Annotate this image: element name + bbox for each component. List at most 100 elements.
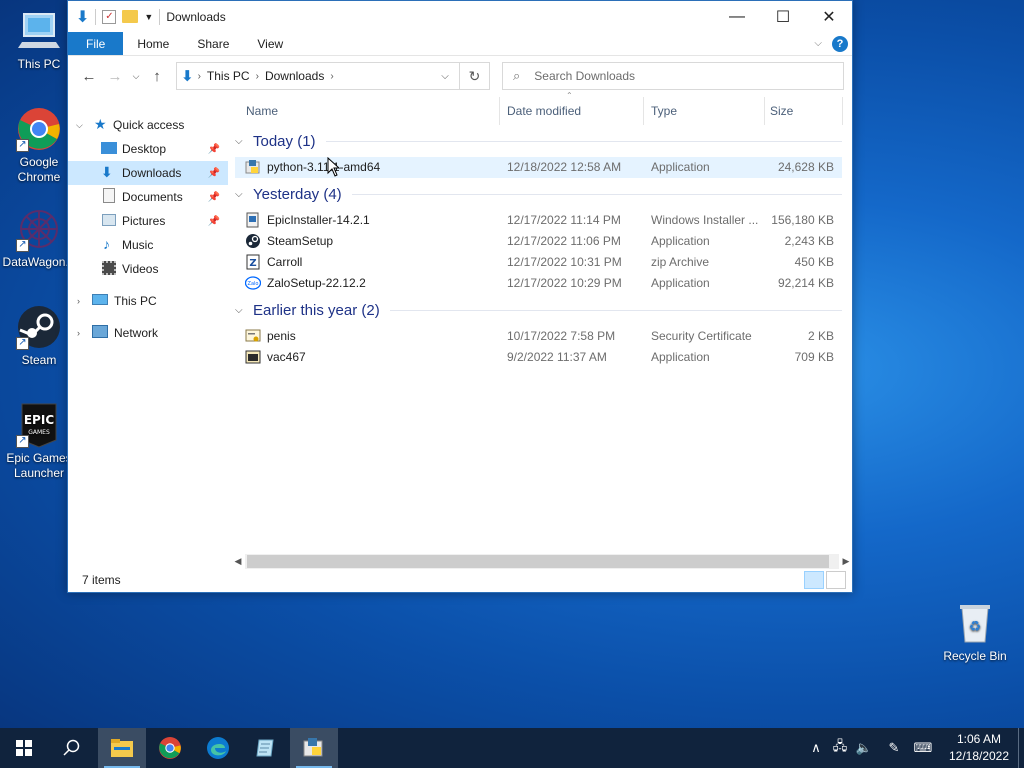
svg-text:GAMES: GAMES <box>28 429 50 436</box>
mouse-cursor-icon <box>327 157 340 177</box>
breadcrumb-this-pc[interactable]: This PC <box>207 69 250 83</box>
group-header-earlier-this-year[interactable]: ⌵ Earlier this year (2) <box>231 299 842 321</box>
refresh-button[interactable]: ↻ <box>460 62 490 90</box>
breadcrumb-chevron-icon[interactable]: › <box>330 71 333 82</box>
desktop-icon-steam[interactable]: ↗ Steam <box>1 304 77 368</box>
file-name: SteamSetup <box>267 234 334 248</box>
column-header-name[interactable]: Name <box>246 97 496 125</box>
network-icon[interactable]: 🖧 <box>828 737 852 759</box>
breadcrumb-downloads[interactable]: Downloads <box>265 69 324 83</box>
nav-item-desktop[interactable]: Desktop 📌 <box>68 137 228 161</box>
clock[interactable]: 1:06 AM 12/18/2022 <box>940 731 1018 765</box>
taskbar-edge[interactable] <box>194 728 242 768</box>
taskbar-chrome[interactable] <box>146 728 194 768</box>
nav-label: Pictures <box>122 214 166 228</box>
scroll-left-icon[interactable]: ◀ <box>231 556 245 567</box>
python-installer-icon <box>303 738 323 757</box>
recent-locations-button[interactable]: ⌵ <box>128 71 144 82</box>
nav-quick-access[interactable]: ⌵ ★ Quick access <box>68 113 228 137</box>
address-bar[interactable]: ⬇ › This PC › Downloads › ⌵ <box>176 62 460 90</box>
file-row[interactable]: Z Carroll 12/17/2022 10:31 PM zip Archiv… <box>235 252 842 273</box>
taskbar-notepad[interactable] <box>242 728 290 768</box>
downloads-arrow-icon: ⬇ <box>76 8 90 26</box>
up-button[interactable]: ↑ <box>144 68 170 85</box>
desktop-icon-epic-games[interactable]: EPIC GAMES ↗ Epic Games Launcher <box>1 402 77 481</box>
file-row[interactable]: SteamSetup 12/17/2022 11:06 PM Applicati… <box>235 231 842 252</box>
desktop-icon-recycle-bin[interactable]: ♻ Recycle Bin <box>937 600 1013 664</box>
network-icon <box>92 325 108 338</box>
pictures-icon <box>102 214 116 226</box>
new-folder-icon[interactable] <box>122 10 139 23</box>
scrollbar-thumb[interactable] <box>247 555 829 568</box>
taskbar-file-explorer[interactable] <box>98 728 146 768</box>
chrome-icon <box>159 737 181 759</box>
chrome-icon: ↗ <box>16 106 62 152</box>
minimize-button[interactable]: — <box>714 1 760 32</box>
large-icons-view-button[interactable] <box>826 571 846 589</box>
downloads-arrow-icon: ⬇ <box>101 164 113 180</box>
file-name: Carroll <box>267 255 303 269</box>
group-header-today[interactable]: ⌵ Today (1) <box>231 130 842 152</box>
close-button[interactable]: ✕ <box>806 1 852 32</box>
search-box[interactable]: ⌕ Search Downloads <box>502 62 844 90</box>
file-row[interactable]: penis 10/17/2022 7:58 PM Security Certif… <box>235 326 842 347</box>
maximize-button[interactable]: ☐ <box>760 1 806 32</box>
customize-toolbar-icon[interactable]: ▼ <box>144 12 153 22</box>
title-bar[interactable]: ⬇ ✓ ▼ Downloads — ☐ ✕ <box>68 1 852 32</box>
python-installer-icon <box>245 159 261 175</box>
breadcrumb-chevron-icon[interactable]: › <box>256 71 259 82</box>
collapse-chevron-icon[interactable]: ⌵ <box>76 120 83 131</box>
tab-share[interactable]: Share <box>183 32 243 55</box>
nav-item-documents[interactable]: Documents 📌 <box>68 185 228 209</box>
forward-button[interactable]: → <box>102 68 128 85</box>
file-size: 2,243 KB <box>784 234 834 248</box>
taskbar-python-installer[interactable] <box>290 728 338 768</box>
nav-network[interactable]: › Network <box>68 321 228 345</box>
desktop-icon-this-pc[interactable]: This PC <box>1 8 77 72</box>
desktop-icon-datawagon[interactable]: ↗ DataWagon... <box>1 206 77 270</box>
nav-item-pictures[interactable]: Pictures 📌 <box>68 209 228 233</box>
show-hidden-icons-icon[interactable]: ∧ <box>804 740 828 756</box>
file-row[interactable]: vac467 9/2/2022 11:37 AM Application 709… <box>235 347 842 368</box>
address-dropdown-icon[interactable]: ⌵ <box>431 63 459 89</box>
touch-keyboard-icon[interactable]: ⌨ <box>906 740 940 756</box>
show-desktop-button[interactable] <box>1018 728 1024 768</box>
tab-file[interactable]: File <box>68 32 124 55</box>
zalo-icon: Zalo <box>244 275 262 291</box>
nav-item-downloads[interactable]: ⬇ Downloads 📌 <box>68 161 228 185</box>
back-button[interactable]: ← <box>76 68 102 85</box>
file-row[interactable]: Zalo ZaloSetup-22.12.2 12/17/2022 10:29 … <box>235 273 842 294</box>
nav-item-music[interactable]: ♪ Music <box>68 233 228 257</box>
epic-games-icon: EPIC GAMES ↗ <box>16 402 62 448</box>
search-placeholder: Search Downloads <box>534 69 636 83</box>
search-button[interactable] <box>48 728 96 768</box>
breadcrumb-chevron-icon[interactable]: › <box>198 71 201 82</box>
pen-workspace-icon[interactable]: ✎ <box>882 740 906 756</box>
column-header-size[interactable]: Size <box>770 97 840 125</box>
tab-home[interactable]: Home <box>123 32 183 55</box>
search-icon <box>63 739 80 756</box>
start-button[interactable] <box>0 728 48 768</box>
expand-chevron-icon[interactable]: › <box>77 296 80 306</box>
clock-time: 1:06 AM <box>956 732 1002 746</box>
expand-ribbon-icon[interactable]: ⌵ <box>814 38 822 49</box>
properties-icon[interactable]: ✓ <box>102 9 117 24</box>
window-title: Downloads <box>166 9 226 24</box>
nav-item-videos[interactable]: Videos <box>68 257 228 281</box>
msi-installer-icon <box>245 212 261 228</box>
file-row[interactable]: EpicInstaller-14.2.1 12/17/2022 11:14 PM… <box>235 210 842 231</box>
tab-view[interactable]: View <box>243 32 297 55</box>
help-icon[interactable]: ? <box>832 35 848 52</box>
details-view-button[interactable] <box>804 571 824 589</box>
volume-icon[interactable]: 🔈 <box>852 740 876 756</box>
desktop-icon-google-chrome[interactable]: ↗ Google Chrome <box>1 106 77 185</box>
nav-label: Videos <box>122 262 159 276</box>
nav-this-pc[interactable]: › This PC <box>68 289 228 313</box>
group-header-yesterday[interactable]: ⌵ Yesterday (4) <box>231 183 842 205</box>
file-date: 12/17/2022 10:29 PM <box>507 276 622 290</box>
scroll-right-icon[interactable]: ▶ <box>839 556 853 567</box>
file-size: 92,214 KB <box>777 276 834 290</box>
expand-chevron-icon[interactable]: › <box>77 328 80 338</box>
column-header-date[interactable]: Date modified <box>507 97 643 125</box>
column-header-type[interactable]: Type <box>651 97 763 125</box>
